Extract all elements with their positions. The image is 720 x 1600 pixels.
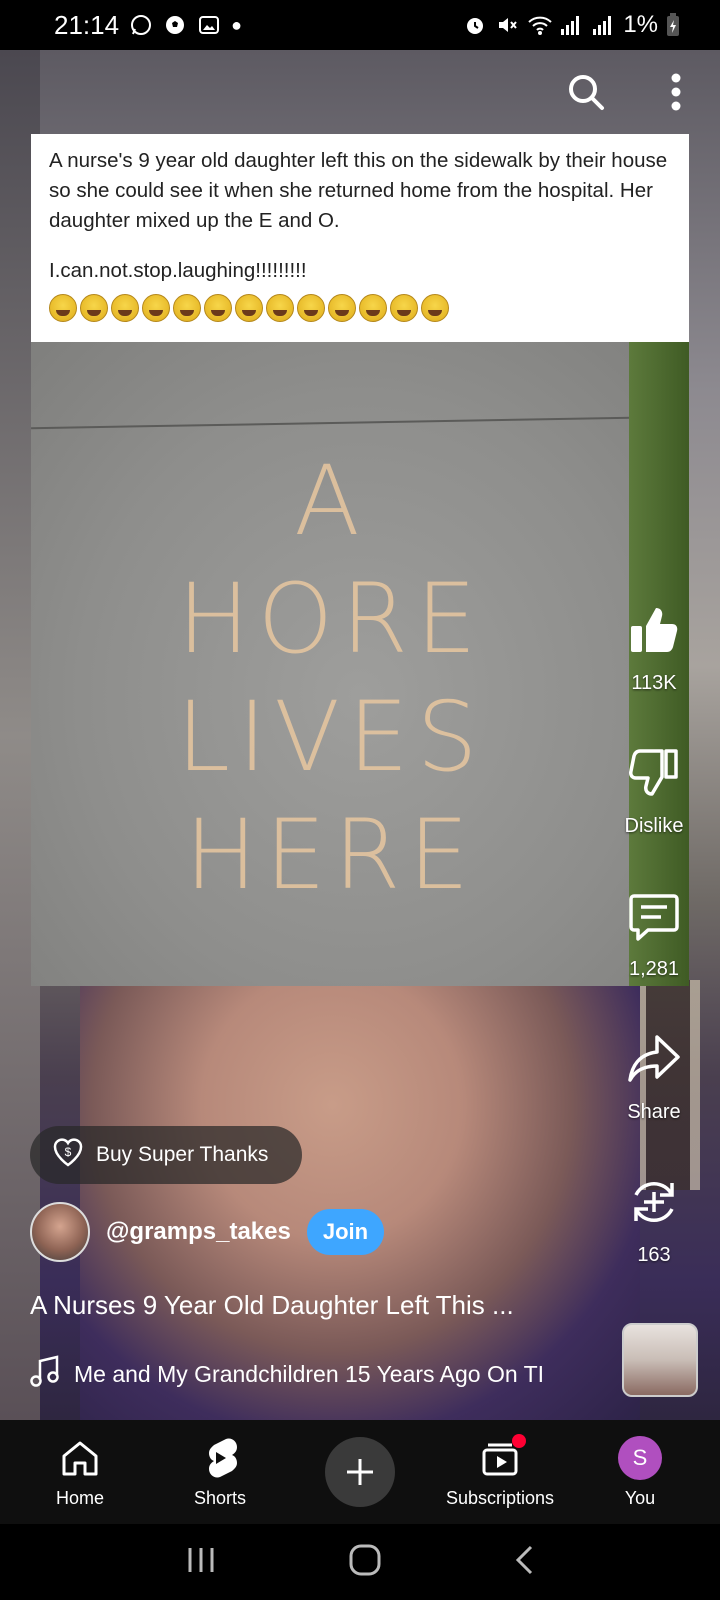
new-content-dot (512, 1433, 526, 1448)
music-title: Me and My Grandchildren 15 Years Ago On … (74, 1360, 545, 1387)
nav-create[interactable] (295, 1437, 425, 1507)
recents-icon[interactable] (185, 1546, 217, 1579)
laughing-emoji-icon (297, 294, 325, 322)
action-rail: 113K Dislike 1,281 Share 163 (602, 600, 706, 1315)
super-thanks-icon: $ (52, 1137, 84, 1173)
super-thanks-label: Buy Super Thanks (96, 1143, 269, 1166)
signal-icon (559, 13, 583, 37)
clock: 21:14 (54, 9, 120, 40)
chalk-line: HERE (184, 799, 478, 911)
profile-avatar: S (618, 1435, 662, 1480)
chalk-line: HORE (177, 563, 485, 675)
bottom-navigation: Home Shorts Subscriptions S You (0, 1420, 720, 1524)
music-row[interactable]: Me and My Grandchildren 15 Years Ago On … (30, 1355, 602, 1393)
laughing-emoji-row (49, 294, 671, 322)
laughing-emoji-icon (359, 294, 387, 322)
home-system-icon[interactable] (348, 1543, 382, 1582)
thumbs-up-icon (624, 600, 684, 660)
laughing-emoji-icon (421, 294, 449, 322)
comments-button[interactable]: 1,281 (624, 886, 684, 1029)
share-label: Share (627, 1101, 681, 1123)
laughing-emoji-icon (204, 294, 232, 322)
nav-you[interactable]: S You (575, 1435, 705, 1509)
comment-count: 1,281 (628, 958, 680, 980)
laughing-emoji-icon (173, 294, 201, 322)
search-icon[interactable] (564, 70, 608, 114)
remix-count: 163 (637, 1244, 671, 1266)
dislike-label: Dislike (624, 815, 684, 837)
laughing-emoji-icon (49, 294, 77, 322)
nav-home-label: Home (55, 1487, 104, 1508)
nav-you-label: You (624, 1487, 656, 1508)
laughing-emoji-icon (266, 294, 294, 322)
like-button[interactable]: 113K (624, 600, 684, 743)
top-overlay-actions (564, 70, 698, 114)
status-bar: 21:14 ● 1% (0, 0, 720, 50)
notification-dot: ● (231, 14, 242, 35)
gallery-icon (197, 13, 221, 37)
super-thanks-button[interactable]: $ Buy Super Thanks (30, 1126, 302, 1184)
battery-percent: 1% (623, 11, 658, 38)
thumbs-down-icon (624, 743, 684, 803)
chalk-line: A (294, 445, 368, 557)
subscriptions-icon (478, 1433, 526, 1480)
like-count: 113K (631, 672, 677, 694)
music-note-icon (30, 1355, 60, 1393)
sound-thumbnail[interactable] (622, 1323, 698, 1397)
home-icon (58, 1436, 102, 1480)
video-title[interactable]: A Nurses 9 Year Old Daughter Left This .… (30, 1290, 590, 1321)
dislike-button[interactable]: Dislike (624, 743, 684, 886)
alarm-icon (463, 13, 487, 37)
shorts-icon (198, 1436, 242, 1480)
nav-subscriptions-label: Subscriptions (445, 1487, 555, 1508)
mute-icon (495, 13, 519, 37)
share-icon (624, 1029, 684, 1089)
battery-icon (666, 13, 690, 37)
screenshot-post: A nurse's 9 year old daughter left this … (31, 134, 689, 986)
remix-button[interactable]: 163 (624, 1172, 684, 1315)
share-button[interactable]: Share (624, 1029, 684, 1172)
signal-icon-2 (591, 13, 615, 37)
whatsapp-icon (129, 13, 153, 37)
nav-shorts[interactable]: Shorts (155, 1436, 285, 1509)
back-icon[interactable] (513, 1544, 535, 1581)
soccer-icon (163, 13, 187, 37)
channel-avatar[interactable] (30, 1202, 90, 1262)
sidewalk-crack (31, 416, 631, 430)
caption-line-2: I.can.not.stop.laughing!!!!!!!!! (49, 259, 307, 282)
laughing-emoji-icon (111, 294, 139, 322)
chalk-writing: A HORE LIVES HERE (31, 442, 631, 914)
laughing-emoji-icon (80, 294, 108, 322)
post-caption: A nurse's 9 year old daughter left this … (31, 134, 689, 342)
channel-handle[interactable]: @gramps_takes (106, 1218, 291, 1246)
laughing-emoji-icon (235, 294, 263, 322)
you-initial: S (618, 1435, 662, 1480)
remix-icon (624, 1172, 684, 1232)
channel-row: @gramps_takes Join (30, 1202, 385, 1262)
presenter-video (80, 970, 640, 1420)
sidewalk-photo: A HORE LIVES HERE (31, 342, 689, 986)
chalk-line: LIVES (176, 681, 486, 793)
laughing-emoji-icon (142, 294, 170, 322)
join-button[interactable]: Join (306, 1209, 385, 1255)
nav-shorts-label: Shorts (193, 1487, 247, 1508)
laughing-emoji-icon (390, 294, 418, 322)
add-icon (325, 1437, 395, 1507)
svg-text:$: $ (65, 1145, 72, 1159)
system-navigation (0, 1524, 720, 1600)
wifi-icon (527, 13, 552, 37)
nav-subscriptions[interactable]: Subscriptions (435, 1433, 565, 1509)
laughing-emoji-icon (328, 294, 356, 322)
nav-home[interactable]: Home (15, 1436, 145, 1509)
caption-line-1: A nurse's 9 year old daughter left this … (49, 149, 668, 232)
comment-icon (624, 886, 684, 946)
more-vert-icon[interactable] (654, 70, 698, 114)
